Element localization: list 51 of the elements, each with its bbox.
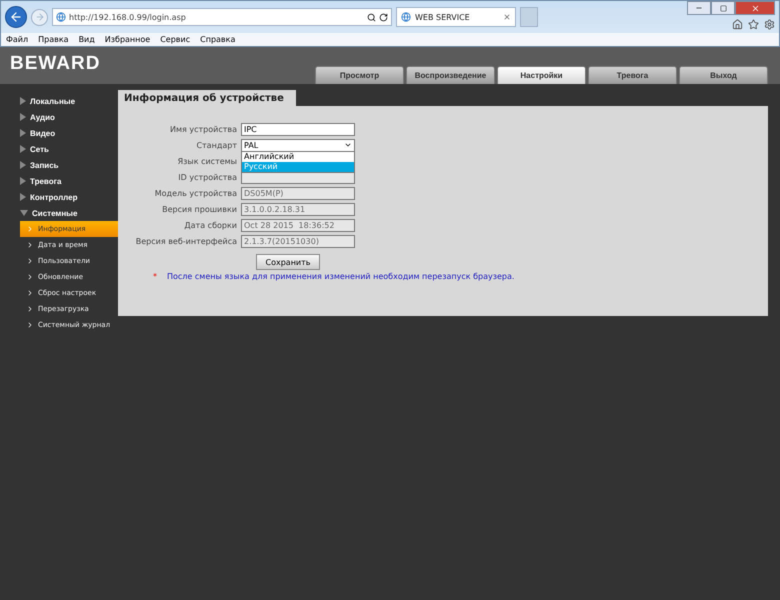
input-field[interactable]: IPC [241,122,355,136]
nav-tab[interactable]: Тревога [588,66,677,84]
field-label: Версия прошивки [161,204,237,214]
search-icon[interactable] [367,12,376,22]
sidebar-item[interactable]: Контроллер [0,189,118,205]
menu-item[interactable]: Вид [78,35,95,44]
field-label: Модель устройства [154,188,237,198]
note-text: После смены языка для применения изменений необходим перезапуск браузера. [167,272,514,281]
back-button[interactable] [5,6,27,28]
home-icon[interactable] [732,18,743,30]
caret-icon [344,141,352,149]
refresh-icon[interactable] [379,12,388,22]
nav-tab[interactable]: Настройки [497,66,586,84]
field-label: ID устройства [177,172,237,182]
maximize-button[interactable] [711,1,735,15]
field-label: Стандарт [195,140,237,150]
close-icon[interactable] [503,13,511,22]
select-field[interactable]: PAL [241,138,355,152]
nav-tab[interactable]: Выход [679,66,768,84]
settings-icon[interactable] [764,18,775,30]
arrow-right-icon [34,12,44,22]
menu-item[interactable]: Файл [6,35,28,44]
url-text: http://192.168.0.99/login.asp [69,12,187,22]
sidebar-item[interactable]: Аудио [0,109,118,125]
save-button[interactable]: Сохранить [256,254,320,270]
sidebar-item[interactable]: Запись [0,157,118,173]
menu-item[interactable]: Справка [200,35,236,44]
sidebar-item[interactable]: Тревога [0,173,118,189]
field-label: Дата сборки [183,220,237,230]
address-bar[interactable]: http://192.168.0.99/login.asp [52,8,392,26]
logo: BEWARD [10,53,100,75]
nav-tab[interactable]: Просмотр [315,66,404,84]
field-label: Язык системы [176,156,237,166]
menu-item[interactable]: Правка [38,35,69,44]
menu-item[interactable]: Избранное [104,35,150,44]
nav-tab[interactable]: Воспроизведение [406,66,495,84]
page-icon [56,12,66,22]
field-label: Имя устройства [168,124,237,134]
minimize-button[interactable] [687,1,711,15]
asterisk: * [153,272,157,281]
star-icon[interactable] [748,18,759,30]
maximize-icon [720,4,726,12]
menu-item[interactable]: Сервис [160,35,190,44]
sidebar-item[interactable]: Видео [0,125,118,141]
sidebar-item[interactable]: Локальные [0,93,118,109]
sidebar-item[interactable]: Сеть [0,141,118,157]
browser-tab[interactable]: WEB SERVICE [396,7,516,28]
field-label: Версия веб-интерфейса [134,236,237,246]
close-icon [750,4,760,12]
panel-title: Информация об устройстве [118,90,296,106]
page-icon [401,12,411,22]
